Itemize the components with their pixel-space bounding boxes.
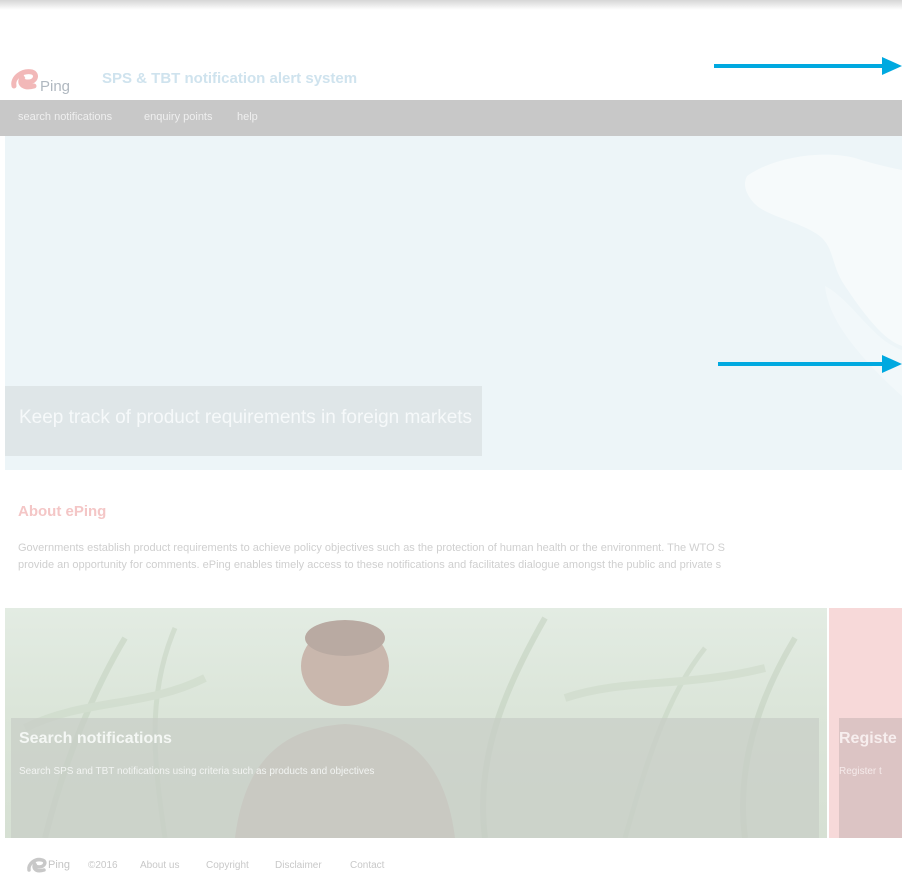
annotation-arrow-top [714,57,902,75]
main-navbar: search notifications enquiry points help [0,100,902,136]
footer-logo[interactable]: Ping [26,854,74,876]
site-footer: Ping ©2016 About us Copyright Disclaimer… [0,846,902,881]
footer-copyright: ©2016 [88,860,118,871]
eping-logo-icon [11,69,38,90]
search-notifications-description: Search SPS and TBT notifications using c… [19,766,375,777]
about-description: Governments establish product requiremen… [18,540,902,576]
nav-item-search-notifications[interactable]: search notifications [18,111,112,123]
nav-item-enquiry-points[interactable]: enquiry points [144,111,213,123]
hero-caption-box: Keep track of product requirements in fo… [5,386,482,456]
logo-text: Ping [40,78,71,95]
nav-item-help[interactable]: help [237,111,258,123]
about-line-1: Governments establish product requiremen… [18,542,726,554]
register-panel: Registe Register t [839,718,902,838]
footer-link-contact[interactable]: Contact [350,860,384,871]
hero-caption: Keep track of product requirements in fo… [19,407,473,428]
register-title[interactable]: Registe [839,730,897,748]
search-notifications-card[interactable]: Search notifications Search SPS and TBT … [5,608,827,838]
footer-link-about-us[interactable]: About us [140,860,179,871]
site-tagline: SPS & TBT notification alert system [102,70,358,87]
footer-logo-text: Ping [48,859,71,871]
footer-link-copyright[interactable]: Copyright [206,860,249,871]
register-card[interactable]: Registe Register t [829,608,902,838]
search-notifications-title[interactable]: Search notifications [19,730,172,748]
eping-logo[interactable]: Ping [10,64,90,95]
annotation-arrow-bottom [718,355,902,373]
window-top-shadow [0,0,902,10]
hero-banner: Keep track of product requirements in fo… [5,136,902,470]
register-description: Register t [839,766,882,777]
search-notifications-panel: Search notifications Search SPS and TBT … [11,718,819,838]
footer-link-disclaimer[interactable]: Disclaimer [275,860,322,871]
about-title: About ePing [18,503,107,520]
footer-logo-icon [27,857,47,873]
about-line-2: provide an opportunity for comments. ePi… [18,559,722,571]
